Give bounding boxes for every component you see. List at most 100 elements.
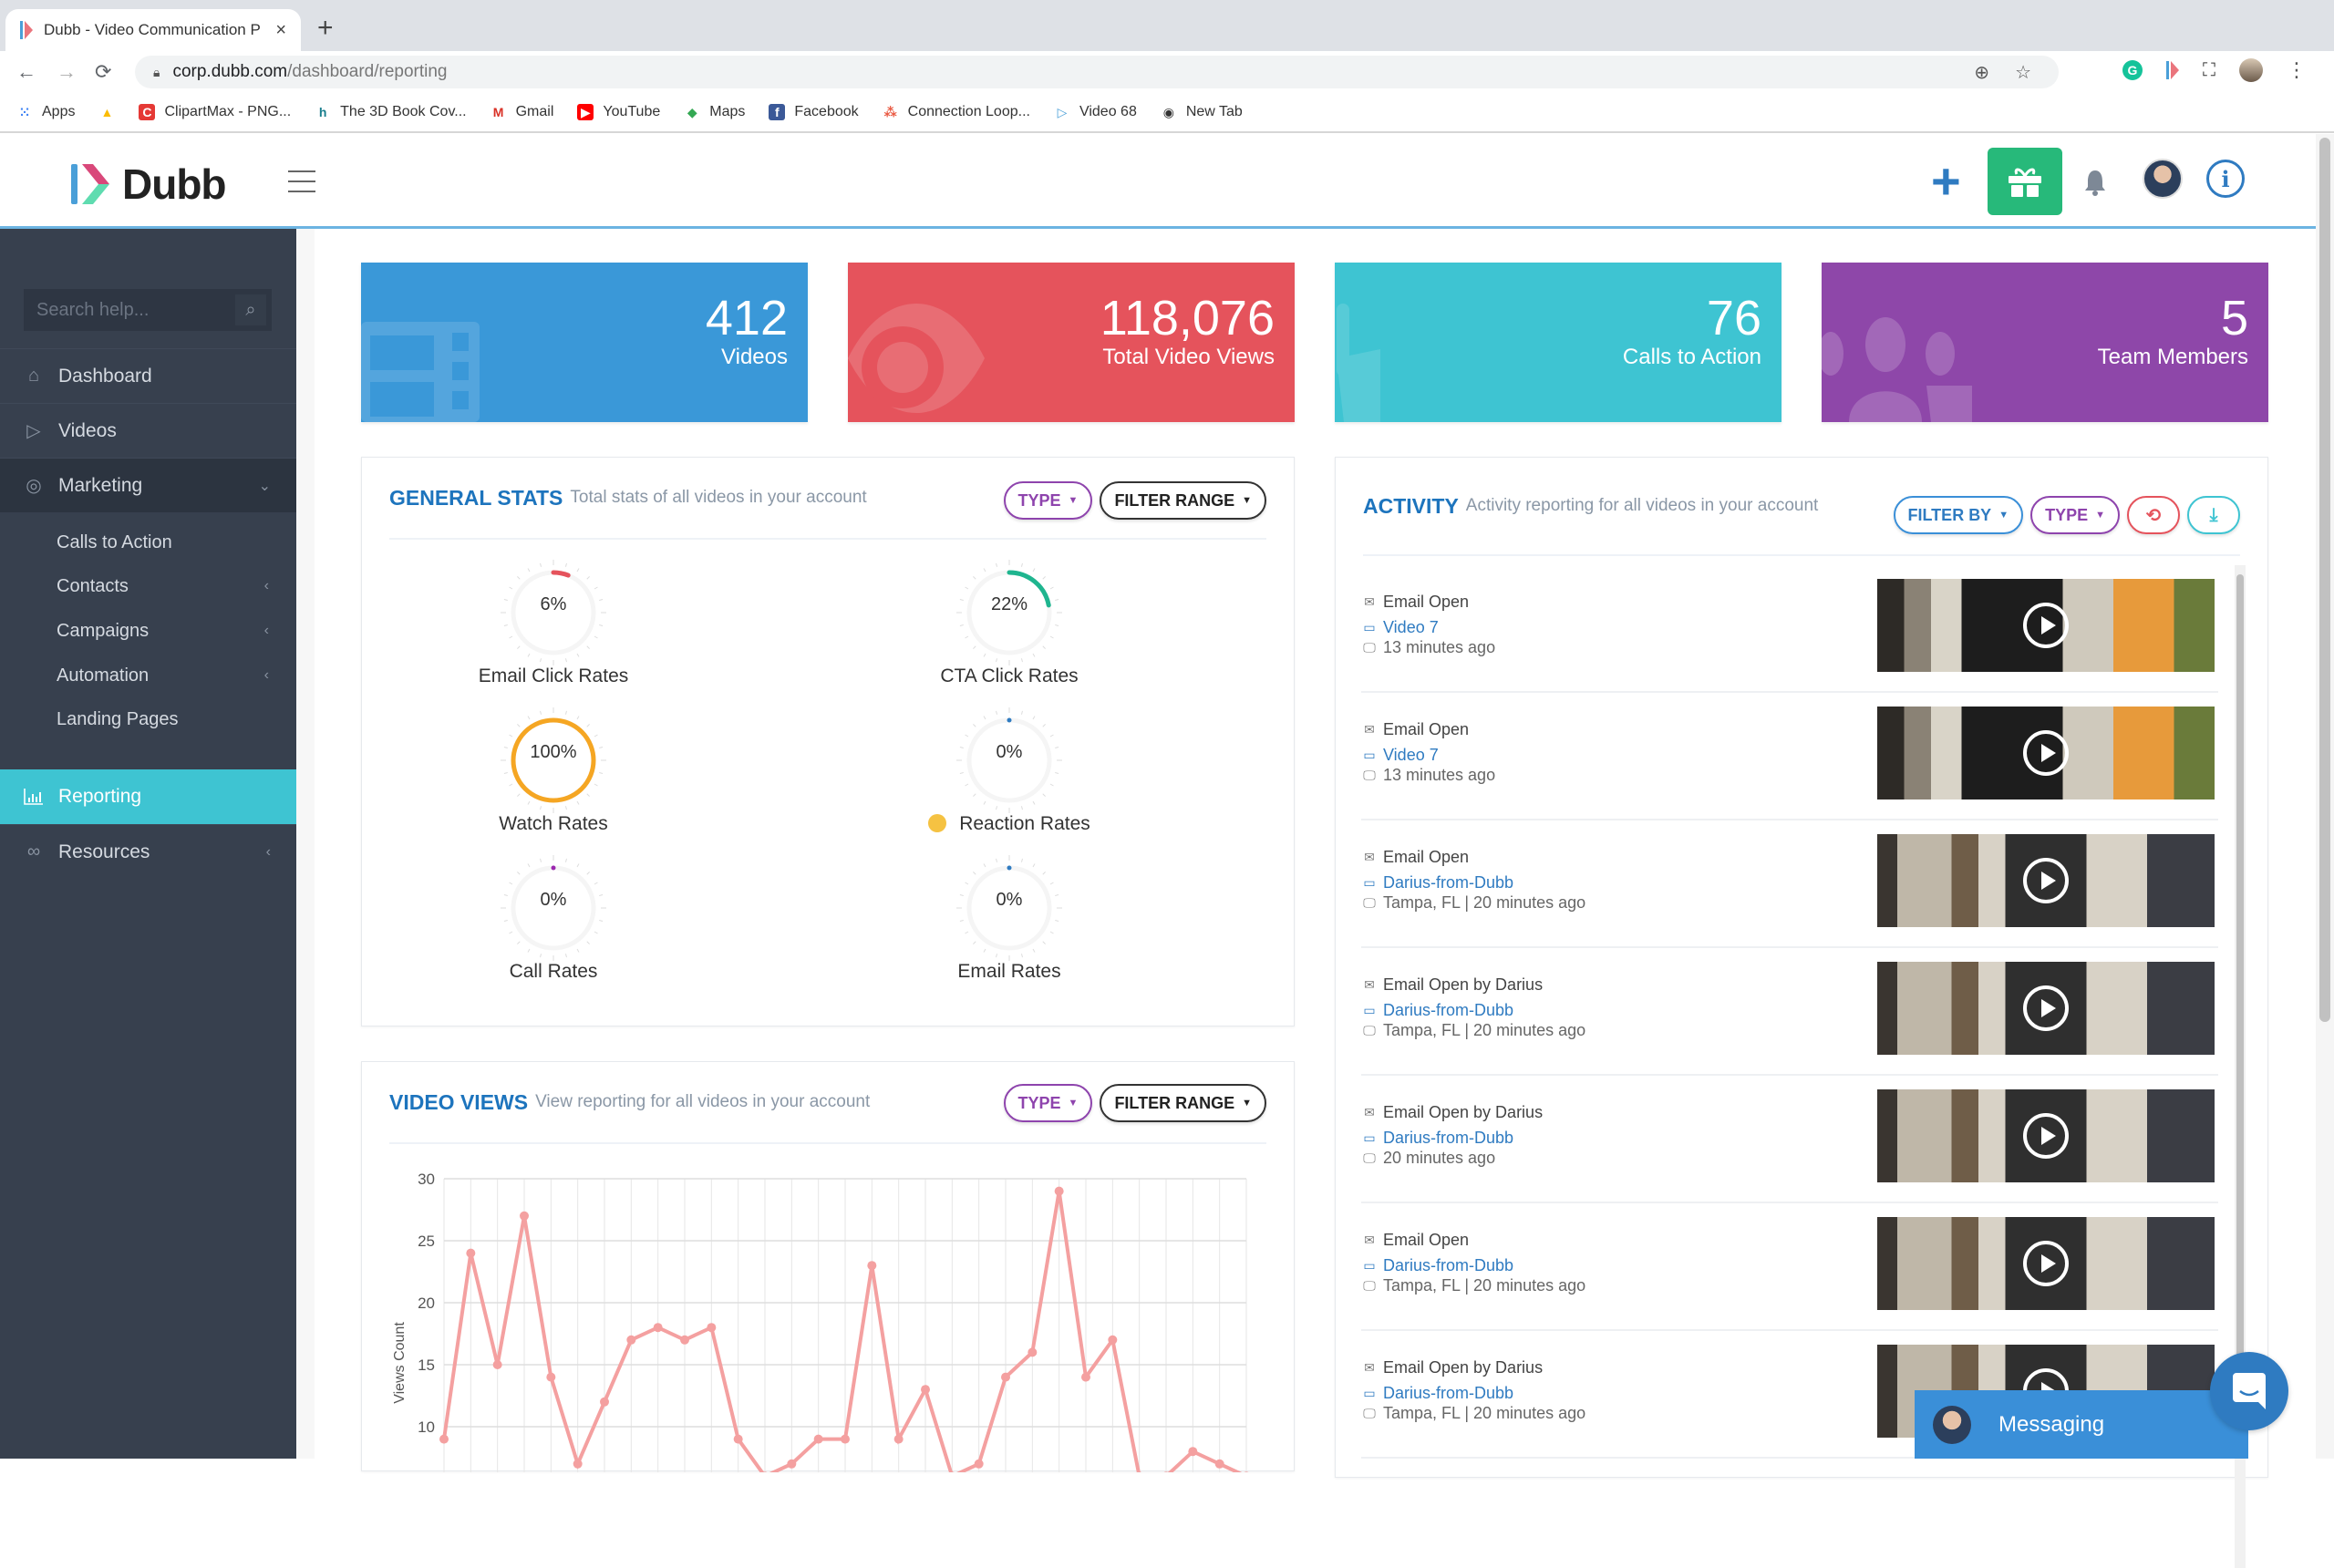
data-point[interactable] [1108, 1335, 1118, 1345]
play-circle-icon[interactable] [2023, 1113, 2069, 1159]
refresh-button[interactable]: ⟲ [2127, 496, 2180, 534]
data-point[interactable] [787, 1459, 797, 1469]
data-point[interactable] [439, 1434, 449, 1444]
data-point[interactable] [626, 1335, 636, 1345]
bookmark-item[interactable]: M Gmail [491, 104, 554, 120]
sidebar-subitem-landing-pages[interactable]: Landing Pages [0, 697, 296, 741]
messaging-bar[interactable]: Messaging [1915, 1390, 2248, 1459]
data-point[interactable] [492, 1360, 502, 1369]
video-thumbnail[interactable] [1877, 707, 2215, 799]
add-button[interactable]: + [1931, 156, 1961, 207]
filter-range-dropdown[interactable]: FILTER RANGE ▼ [1100, 481, 1266, 520]
sidebar-item-reporting[interactable]: Reporting [0, 769, 296, 824]
stat-card-calls-to-action[interactable]: 76 Calls to Action [1335, 263, 1781, 422]
type-dropdown[interactable]: TYPE ▼ [1003, 481, 1093, 520]
zoom-icon[interactable]: ⊕ [1974, 61, 1989, 84]
profile-avatar[interactable] [2239, 58, 2263, 82]
stat-card-total-views[interactable]: 118,076 Total Video Views [848, 263, 1295, 422]
url-input[interactable]: 🔒︎ corp.dubb.com/dashboard/reporting ⊕ ☆ [135, 56, 2059, 88]
bookmark-item[interactable]: ◆ Maps [684, 104, 746, 120]
stat-card-videos[interactable]: 412 Videos [361, 263, 808, 422]
gift-button[interactable] [1988, 148, 2062, 215]
search-icon[interactable]: ⌕ [235, 294, 266, 325]
data-point[interactable] [1188, 1447, 1198, 1457]
sidebar-subitem-calls-to-action[interactable]: Calls to Action [0, 521, 296, 564]
bookmark-item[interactable]: ⁂ Connection Loop... [883, 104, 1030, 120]
browser-menu-icon[interactable]: ⋮ [2287, 58, 2307, 82]
data-point[interactable] [921, 1385, 930, 1395]
data-point[interactable] [520, 1211, 529, 1221]
page-scrollbar[interactable] [2316, 134, 2334, 1459]
activity-video-link[interactable]: ▭ Video 7 [1361, 618, 1438, 637]
data-point[interactable] [1242, 1471, 1251, 1472]
dubb-extension-icon[interactable] [2166, 61, 2179, 79]
reload-icon[interactable]: ⟳ [95, 60, 111, 84]
data-point[interactable] [1135, 1471, 1144, 1472]
back-icon[interactable]: ← [16, 60, 36, 84]
data-point[interactable] [1081, 1372, 1090, 1382]
activity-video-link[interactable]: ▭ Darius-from-Dubb [1361, 1256, 1513, 1275]
data-point[interactable] [680, 1335, 689, 1345]
filter-range-dropdown[interactable]: FILTER RANGE ▼ [1100, 1084, 1266, 1122]
bookmark-item[interactable]: f Facebook [769, 104, 859, 120]
bookmark-item[interactable]: ▶ YouTube [577, 104, 660, 120]
tab-close-icon[interactable]: × [275, 20, 286, 41]
menu-toggle-icon[interactable] [288, 170, 315, 192]
new-tab-button[interactable]: + [317, 13, 334, 44]
download-button[interactable]: ⤓ [2187, 496, 2240, 534]
info-icon[interactable]: i [2206, 160, 2245, 198]
activity-video-link[interactable]: ▭ Darius-from-Dubb [1361, 873, 1513, 892]
data-point[interactable] [1028, 1347, 1038, 1357]
play-circle-icon[interactable] [2023, 603, 2069, 648]
sidebar-subitem-automation[interactable]: Automation ‹ [0, 654, 296, 697]
activity-video-link[interactable]: ▭ Video 7 [1361, 746, 1438, 765]
video-thumbnail[interactable] [1877, 962, 2215, 1055]
forward-icon[interactable]: → [57, 60, 77, 84]
bookmark-item[interactable]: ⁙ Apps [16, 104, 75, 120]
user-avatar[interactable] [2143, 159, 2183, 199]
activity-video-link[interactable]: ▭ Darius-from-Dubb [1361, 1001, 1513, 1020]
sidebar-subitem-campaigns[interactable]: Campaigns ‹ [0, 609, 296, 653]
video-thumbnail[interactable] [1877, 834, 2215, 927]
data-point[interactable] [546, 1372, 556, 1382]
bookmark-item[interactable]: ▷ Video 68 [1054, 104, 1137, 120]
video-thumbnail[interactable] [1877, 1089, 2215, 1182]
data-point[interactable] [867, 1261, 877, 1271]
stat-card-team-members[interactable]: 5 Team Members [1822, 263, 2268, 422]
play-circle-icon[interactable] [2023, 985, 2069, 1031]
data-point[interactable] [707, 1323, 717, 1333]
type-dropdown[interactable]: TYPE ▼ [1003, 1084, 1093, 1122]
help-search-input[interactable]: Search help... ⌕ [24, 289, 272, 331]
filter-by-dropdown[interactable]: FILTER BY ▼ [1893, 496, 2024, 534]
screenshot-extension-icon[interactable]: ⛶ [2203, 60, 2215, 81]
sidebar-item-marketing[interactable]: ◎ Marketing ⌄ [0, 458, 296, 512]
video-thumbnail[interactable] [1877, 579, 2215, 672]
data-point[interactable] [653, 1323, 663, 1333]
data-point[interactable] [974, 1459, 984, 1469]
data-point[interactable] [813, 1434, 823, 1444]
type-dropdown[interactable]: TYPE ▼ [2030, 496, 2120, 534]
bookmark-item[interactable]: ◉ New Tab [1161, 104, 1243, 120]
data-point[interactable] [1001, 1372, 1010, 1382]
data-point[interactable] [841, 1434, 850, 1444]
notifications-bell-icon[interactable] [2082, 169, 2108, 196]
browser-tab[interactable]: Dubb - Video Communication P × [5, 9, 301, 51]
sidebar-item-resources[interactable]: ∞ Resources ‹ [0, 824, 296, 879]
sidebar-subitem-contacts[interactable]: Contacts ‹ [0, 564, 296, 608]
data-point[interactable] [733, 1434, 743, 1444]
chat-launcher-button[interactable] [2210, 1352, 2288, 1430]
bookmark-star-icon[interactable]: ☆ [2015, 61, 2031, 84]
play-circle-icon[interactable] [2023, 858, 2069, 903]
sidebar-item-videos[interactable]: ▷ Videos [0, 403, 296, 458]
play-circle-icon[interactable] [2023, 730, 2069, 776]
data-point[interactable] [573, 1459, 583, 1469]
sidebar-item-dashboard[interactable]: ⌂ Dashboard [0, 348, 296, 403]
activity-video-link[interactable]: ▭ Darius-from-Dubb [1361, 1129, 1513, 1148]
grammarly-extension-icon[interactable]: G [2122, 60, 2143, 80]
activity-video-link[interactable]: ▭ Darius-from-Dubb [1361, 1384, 1513, 1403]
bookmark-item[interactable]: C ClipartMax - PNG... [139, 104, 291, 120]
bookmark-item[interactable]: h The 3D Book Cov... [315, 104, 467, 120]
data-point[interactable] [600, 1397, 609, 1407]
data-point[interactable] [893, 1434, 904, 1444]
video-thumbnail[interactable] [1877, 1217, 2215, 1310]
